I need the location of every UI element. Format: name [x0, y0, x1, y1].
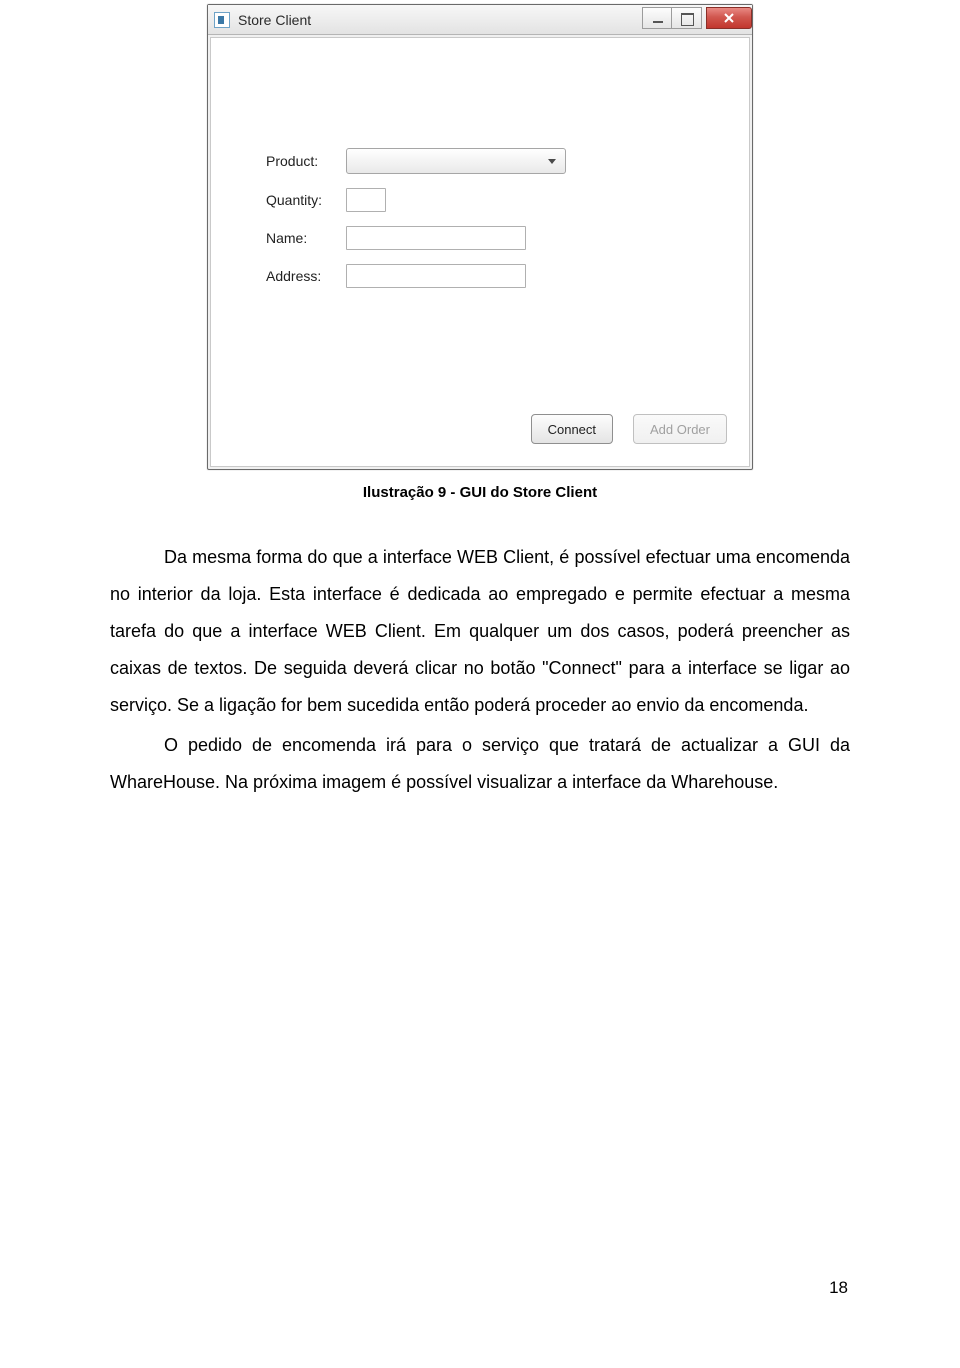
maximize-button[interactable] [672, 7, 702, 29]
paragraph-2-text: O pedido de encomenda irá para o serviço… [110, 735, 850, 792]
store-client-window: Store Client Product: [207, 4, 753, 470]
name-input[interactable] [346, 226, 526, 250]
product-label: Product: [266, 153, 346, 169]
app-icon [214, 12, 230, 28]
connect-button[interactable]: Connect [531, 414, 613, 444]
name-label: Name: [266, 230, 346, 246]
window-title: Store Client [238, 12, 642, 28]
minimize-button[interactable] [642, 7, 672, 29]
titlebar: Store Client [208, 5, 752, 35]
paragraph-1-text: Da mesma forma do que a interface WEB Cl… [110, 547, 850, 715]
close-button[interactable] [706, 7, 752, 29]
quantity-label: Quantity: [266, 192, 346, 208]
address-input[interactable] [346, 264, 526, 288]
body-paragraph-1: Da mesma forma do que a interface WEB Cl… [110, 539, 850, 723]
address-label: Address: [266, 268, 346, 284]
product-combobox[interactable] [346, 148, 566, 174]
body-paragraph-2: O pedido de encomenda irá para o serviço… [110, 727, 850, 801]
window-body: Product: Quantity: Name: Address: [210, 37, 750, 467]
quantity-input[interactable] [346, 188, 386, 212]
figure-caption: Ilustração 9 - GUI do Store Client [110, 484, 850, 501]
add-order-button[interactable]: Add Order [633, 414, 727, 444]
close-icon [723, 12, 735, 24]
page-number: 18 [829, 1278, 848, 1298]
